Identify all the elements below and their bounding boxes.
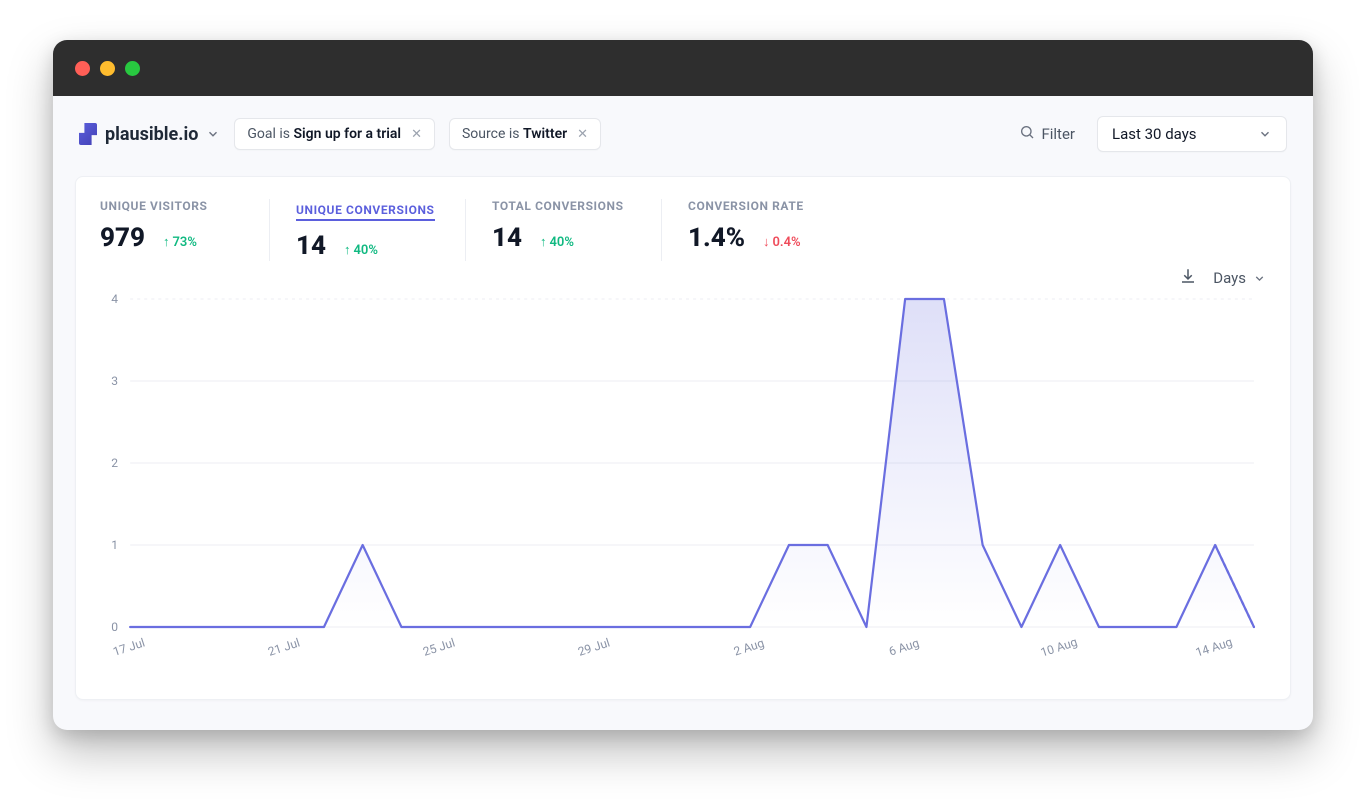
window-titlebar <box>53 40 1313 96</box>
stat-value: 14 <box>492 223 522 253</box>
stat-value: 14 <box>296 231 326 261</box>
stat-change-value: 40% <box>354 243 378 258</box>
svg-text:14 Aug: 14 Aug <box>1194 635 1234 660</box>
stats-row: UNIQUE VISITORS 979 73% UNIQUE CONVERSIO… <box>100 199 1266 261</box>
brand-logo-icon <box>79 123 97 145</box>
filter-button[interactable]: Filter <box>1011 118 1083 150</box>
filter-chip-text: Goal is Sign up for a trial <box>247 126 401 142</box>
filter-chip-value: Sign up for a trial <box>294 126 402 142</box>
stat-change-value: 40% <box>550 235 574 250</box>
download-icon[interactable] <box>1179 267 1197 289</box>
svg-text:0: 0 <box>111 620 118 634</box>
stat-change: 40% <box>540 234 574 250</box>
svg-text:29 Jul: 29 Jul <box>576 636 611 659</box>
svg-text:10 Aug: 10 Aug <box>1039 635 1079 660</box>
svg-text:1: 1 <box>111 538 118 552</box>
stat-value: 979 <box>100 223 145 253</box>
stat-change-value: 73% <box>172 235 196 250</box>
close-icon[interactable]: ✕ <box>577 127 588 142</box>
date-range-select[interactable]: Last 30 days <box>1097 116 1287 152</box>
stat-change: 73% <box>163 234 197 250</box>
stat-label: CONVERSION RATE <box>688 199 830 213</box>
close-icon[interactable]: ✕ <box>411 127 422 142</box>
stat-label: UNIQUE CONVERSIONS <box>296 203 435 221</box>
interval-select[interactable]: Days <box>1213 269 1266 287</box>
search-icon <box>1019 124 1035 144</box>
arrow-up-icon <box>344 242 351 258</box>
window-close-dot[interactable] <box>75 61 90 76</box>
filter-chip-text: Source is Twitter <box>462 126 567 142</box>
svg-text:25 Jul: 25 Jul <box>421 636 456 659</box>
arrow-up-icon <box>540 234 547 250</box>
stat-change-value: 0.4% <box>772 235 800 250</box>
chart-controls: Days <box>100 267 1266 289</box>
stat-value: 1.4% <box>688 223 745 253</box>
filter-chip-prefix: Goal is <box>247 126 293 142</box>
stat-unique-conversions[interactable]: UNIQUE CONVERSIONS 14 40% <box>296 199 466 261</box>
main-card: UNIQUE VISITORS 979 73% UNIQUE CONVERSIO… <box>75 176 1291 700</box>
interval-label: Days <box>1213 269 1246 287</box>
filter-label: Filter <box>1041 125 1075 143</box>
chevron-down-icon <box>1252 271 1266 285</box>
site-switcher[interactable]: plausible.io <box>79 123 220 145</box>
site-name: plausible.io <box>105 124 198 145</box>
svg-text:6 Aug: 6 Aug <box>887 636 921 659</box>
app-window: plausible.io Goal is Sign up for a trial… <box>53 40 1313 730</box>
arrow-up-icon <box>163 234 170 250</box>
stat-label: UNIQUE VISITORS <box>100 199 241 213</box>
stat-change: 40% <box>344 242 378 258</box>
chevron-down-icon <box>206 127 220 141</box>
filter-chip-goal[interactable]: Goal is Sign up for a trial ✕ <box>234 118 435 150</box>
date-range-label: Last 30 days <box>1112 125 1197 143</box>
svg-text:3: 3 <box>111 374 118 388</box>
stat-label: TOTAL CONVERSIONS <box>492 199 633 213</box>
stat-conversion-rate[interactable]: CONVERSION RATE 1.4% 0.4% <box>688 199 858 261</box>
filter-chip-value: Twitter <box>523 126 567 142</box>
chevron-down-icon <box>1258 127 1272 141</box>
filter-chip-prefix: Source is <box>462 126 523 142</box>
svg-text:4: 4 <box>111 293 118 306</box>
arrow-down-icon <box>763 234 770 250</box>
window-zoom-dot[interactable] <box>125 61 140 76</box>
filter-chip-source[interactable]: Source is Twitter ✕ <box>449 118 601 150</box>
svg-text:2: 2 <box>111 456 118 470</box>
svg-text:17 Jul: 17 Jul <box>111 636 146 659</box>
stat-change: 0.4% <box>763 234 801 250</box>
svg-text:2 Aug: 2 Aug <box>732 636 766 659</box>
topbar: plausible.io Goal is Sign up for a trial… <box>53 96 1313 166</box>
svg-text:21 Jul: 21 Jul <box>266 636 301 659</box>
chart: 0 1 2 3 4 17 Jul 21 Jul 25 Jul 29 Jul 2 Aug 6 Aug 1… <box>100 293 1266 673</box>
window-minimize-dot[interactable] <box>100 61 115 76</box>
chart-svg: 0 1 2 3 4 17 Jul 21 Jul 25 Jul 29 Jul 2 Aug 6 Aug 1… <box>100 293 1266 673</box>
stat-total-conversions[interactable]: TOTAL CONVERSIONS 14 40% <box>492 199 662 261</box>
stat-unique-visitors[interactable]: UNIQUE VISITORS 979 73% <box>100 199 270 261</box>
